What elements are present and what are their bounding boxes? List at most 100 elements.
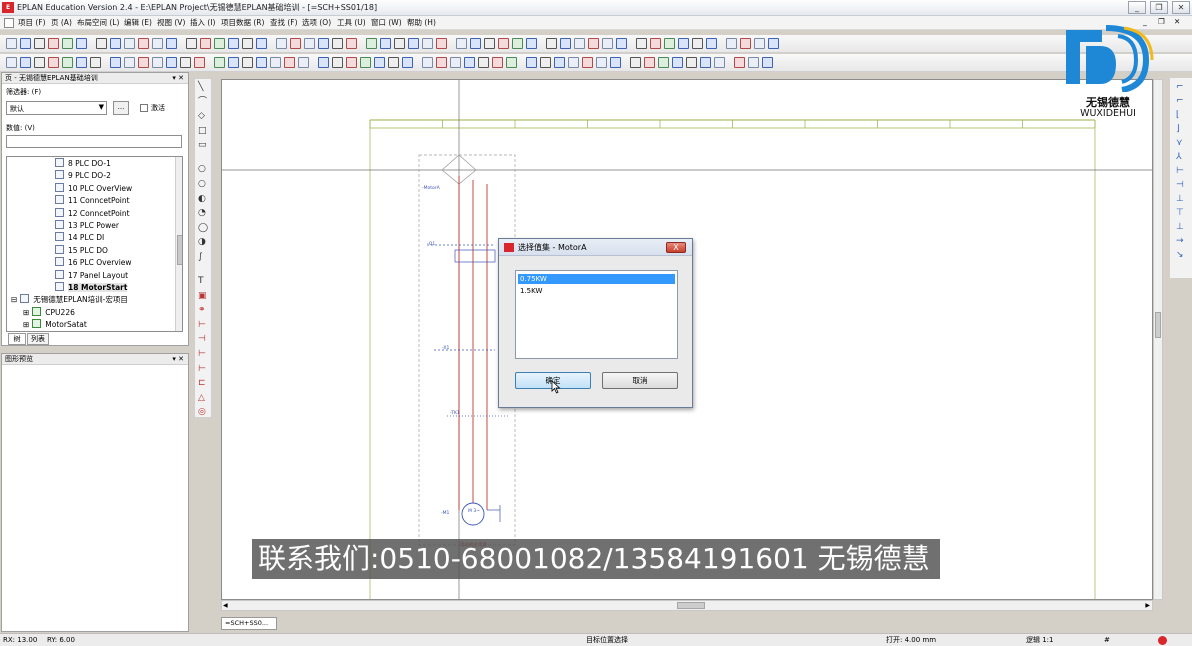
toolbar-button-icon[interactable] [616, 38, 627, 49]
toolbar-button-icon[interactable] [540, 57, 551, 68]
connection-symbol-icon[interactable]: ⊣ [1176, 180, 1186, 190]
connection-symbol-icon[interactable]: ↘ [1176, 250, 1186, 260]
scroll-right-icon[interactable]: ▶ [1145, 602, 1150, 609]
mdi-restore-icon[interactable]: ❐ [1158, 17, 1165, 26]
toolbar-button-icon[interactable] [256, 57, 267, 68]
tree-item[interactable]: 14 PLC DI [55, 232, 104, 245]
toolbar-button-icon[interactable] [726, 38, 737, 49]
toolbar-button-icon[interactable] [436, 57, 447, 68]
toolbar-button-icon[interactable] [526, 57, 537, 68]
connection-symbol-icon[interactable]: ⊥ [1176, 222, 1186, 232]
toolbar-button-icon[interactable] [90, 57, 101, 68]
drawing-tool-icon[interactable]: ⚭ [198, 305, 210, 315]
toolbar-button-icon[interactable] [62, 38, 73, 49]
toolbar-button-icon[interactable] [450, 57, 461, 68]
drawing-tool-icon[interactable]: ∫ [198, 252, 210, 262]
toolbar-button-icon[interactable] [110, 38, 121, 49]
toolbar-button-icon[interactable] [672, 57, 683, 68]
tree-scrollbar[interactable] [175, 157, 182, 331]
toolbar-button-icon[interactable] [478, 57, 489, 68]
toolbar-button-icon[interactable] [422, 57, 433, 68]
toolbar-button-icon[interactable] [380, 38, 391, 49]
tab-tree[interactable]: 树 [8, 333, 26, 345]
toolbar-button-icon[interactable] [360, 57, 371, 68]
toolbar-button-icon[interactable] [560, 38, 571, 49]
menu-insert[interactable]: 插入 (I) [190, 17, 215, 28]
menu-tools[interactable]: 工具 (U) [337, 17, 366, 28]
vertical-scrollbar[interactable] [1153, 79, 1163, 600]
connection-symbol-icon[interactable]: ⊥ [1176, 194, 1186, 204]
menu-page[interactable]: 页 (A) [51, 17, 72, 28]
toolbar-button-icon[interactable] [422, 38, 433, 49]
toolbar-button-icon[interactable] [526, 38, 537, 49]
tab-list[interactable]: 列表 [27, 333, 49, 345]
toolbar-button-icon[interactable] [276, 38, 287, 49]
connection-symbol-icon[interactable]: ⌐ [1176, 96, 1186, 106]
drawing-tool-icon[interactable]: ╲ [198, 82, 210, 92]
menu-options[interactable]: 选项 (O) [302, 17, 331, 28]
toolbar-button-icon[interactable] [194, 57, 205, 68]
toolbar-button-icon[interactable] [48, 57, 59, 68]
toolbar-button-icon[interactable] [34, 38, 45, 49]
toolbar-button-icon[interactable] [20, 57, 31, 68]
toolbar-button-icon[interactable] [124, 57, 135, 68]
toolbar-button-icon[interactable] [610, 57, 621, 68]
close-icon[interactable]: ✕ [1172, 1, 1190, 14]
toolbar-button-icon[interactable] [706, 38, 717, 49]
horizontal-scrollbar-thumb[interactable] [677, 602, 705, 609]
activate-checkbox[interactable] [140, 104, 148, 112]
toolbar-button-icon[interactable] [602, 38, 613, 49]
connection-symbol-icon[interactable]: ⋎ [1176, 138, 1186, 148]
toolbar-button-icon[interactable] [138, 38, 149, 49]
drawing-tool-icon[interactable]: ⊏ [198, 378, 210, 388]
drawing-tool-icon[interactable]: ◐ [198, 194, 210, 204]
tree-item[interactable]: 15 PLC DO [55, 244, 108, 258]
menu-project-data[interactable]: 项目数据 (R) [221, 17, 264, 28]
toolbar-button-icon[interactable] [754, 38, 765, 49]
tree-item[interactable]: 16 PLC Overview [55, 257, 132, 270]
toolbar-button-icon[interactable] [62, 57, 73, 68]
tree-scrollbar-thumb[interactable] [177, 235, 182, 265]
expand-icon[interactable]: ⊟ [11, 295, 17, 304]
toolbar-button-icon[interactable] [332, 38, 343, 49]
toolbar-button-icon[interactable] [740, 38, 751, 49]
toolbar-button-icon[interactable] [762, 57, 773, 68]
filter-browse-button[interactable]: ... [113, 101, 129, 115]
toolbar-button-icon[interactable] [630, 57, 641, 68]
toolbar-button-icon[interactable] [304, 38, 315, 49]
toolbar-button-icon[interactable] [214, 57, 225, 68]
value-set-list[interactable]: 0.75KW 1.5KW [515, 270, 678, 359]
toolbar-button-icon[interactable] [574, 38, 585, 49]
toolbar-button-icon[interactable] [456, 38, 467, 49]
tree-item[interactable]: 10 PLC OverView [55, 182, 132, 196]
toolbar-button-icon[interactable] [332, 57, 343, 68]
toolbar-button-icon[interactable] [76, 38, 87, 49]
tree-item[interactable]: 8 PLC DO-1 [55, 158, 111, 171]
toolbar-button-icon[interactable] [374, 57, 385, 68]
toolbar-button-icon[interactable] [214, 38, 225, 49]
toolbar-button-icon[interactable] [346, 57, 357, 68]
value-input[interactable] [6, 135, 182, 148]
toolbar-button-icon[interactable] [734, 57, 745, 68]
maximize-icon[interactable]: ❐ [1150, 1, 1168, 14]
toolbar-button-icon[interactable] [270, 57, 281, 68]
connection-symbol-icon[interactable]: ⊢ [1176, 166, 1186, 176]
toolbar-button-icon[interactable] [464, 57, 475, 68]
drawing-tool-icon[interactable]: △ [198, 393, 210, 403]
toolbar-button-icon[interactable] [6, 57, 17, 68]
tree-item[interactable]: 17 Panel Layout [55, 269, 128, 283]
minimize-icon[interactable]: _ [1128, 1, 1146, 14]
toolbar-button-icon[interactable] [644, 57, 655, 68]
expand-icon[interactable]: ⊞ [23, 308, 29, 317]
toolbar-button-icon[interactable] [76, 57, 87, 68]
toolbar-button-icon[interactable] [546, 38, 557, 49]
drawing-tool-icon[interactable]: ⌒ [198, 97, 210, 107]
toolbar-button-icon[interactable] [48, 38, 59, 49]
toolbar-button-icon[interactable] [318, 38, 329, 49]
document-icon[interactable] [4, 18, 14, 28]
drawing-tool-icon[interactable]: ◇ [198, 111, 210, 121]
tree-item[interactable]: ⊞ MotorSatat [23, 319, 87, 331]
filter-select[interactable]: 默认 ▼ [6, 101, 107, 115]
drawing-tool-icon[interactable]: ○ [198, 179, 210, 189]
connection-symbol-icon[interactable]: ⌊ [1176, 110, 1186, 120]
